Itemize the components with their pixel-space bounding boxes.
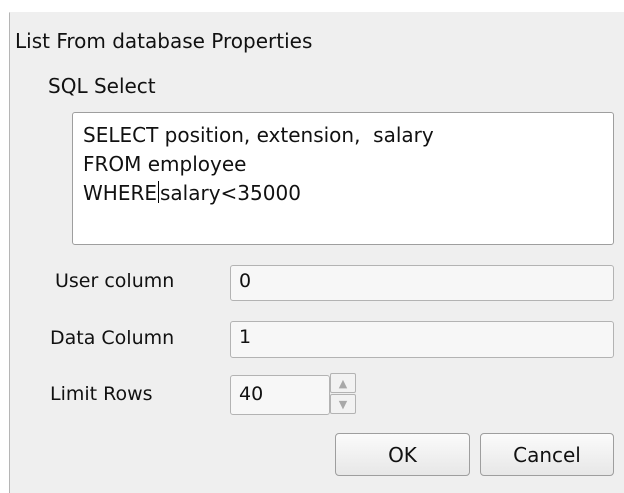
ok-button-label: OK xyxy=(388,442,417,467)
limit-rows-input[interactable]: 40 xyxy=(230,375,330,415)
cancel-button-label: Cancel xyxy=(513,442,581,467)
sql-line-1: SELECT position, extension, salary xyxy=(83,123,434,147)
dialog-title: List From database Properties xyxy=(15,29,313,53)
arrow-up-icon: ▲ xyxy=(338,376,348,390)
sql-line-3-end: salary<35000 xyxy=(159,181,301,205)
limit-rows-label: Limit Rows xyxy=(50,383,153,405)
data-column-label: Data Column xyxy=(50,327,175,349)
sql-select-label: SQL Select xyxy=(48,74,156,98)
sql-select-textarea[interactable]: SELECT position, extension, salary FROM e… xyxy=(72,112,614,245)
spinner-up-button[interactable]: ▲ xyxy=(330,373,356,393)
sql-line-2: FROM employee xyxy=(83,152,247,176)
cancel-button[interactable]: Cancel xyxy=(480,433,614,476)
sql-line-3-start: WHERE xyxy=(83,181,157,205)
ok-button[interactable]: OK xyxy=(335,433,470,476)
spinner-down-button[interactable]: ▼ xyxy=(330,394,356,414)
sql-line-3: WHERE salary<35000 xyxy=(83,179,603,208)
arrow-down-icon: ▼ xyxy=(338,397,348,411)
text-cursor xyxy=(157,181,159,203)
user-column-label: User column xyxy=(55,270,175,292)
data-column-input[interactable]: 1 xyxy=(230,321,614,358)
limit-rows-spinner: ▲ ▼ xyxy=(330,373,356,417)
user-column-input[interactable]: 0 xyxy=(230,265,614,301)
